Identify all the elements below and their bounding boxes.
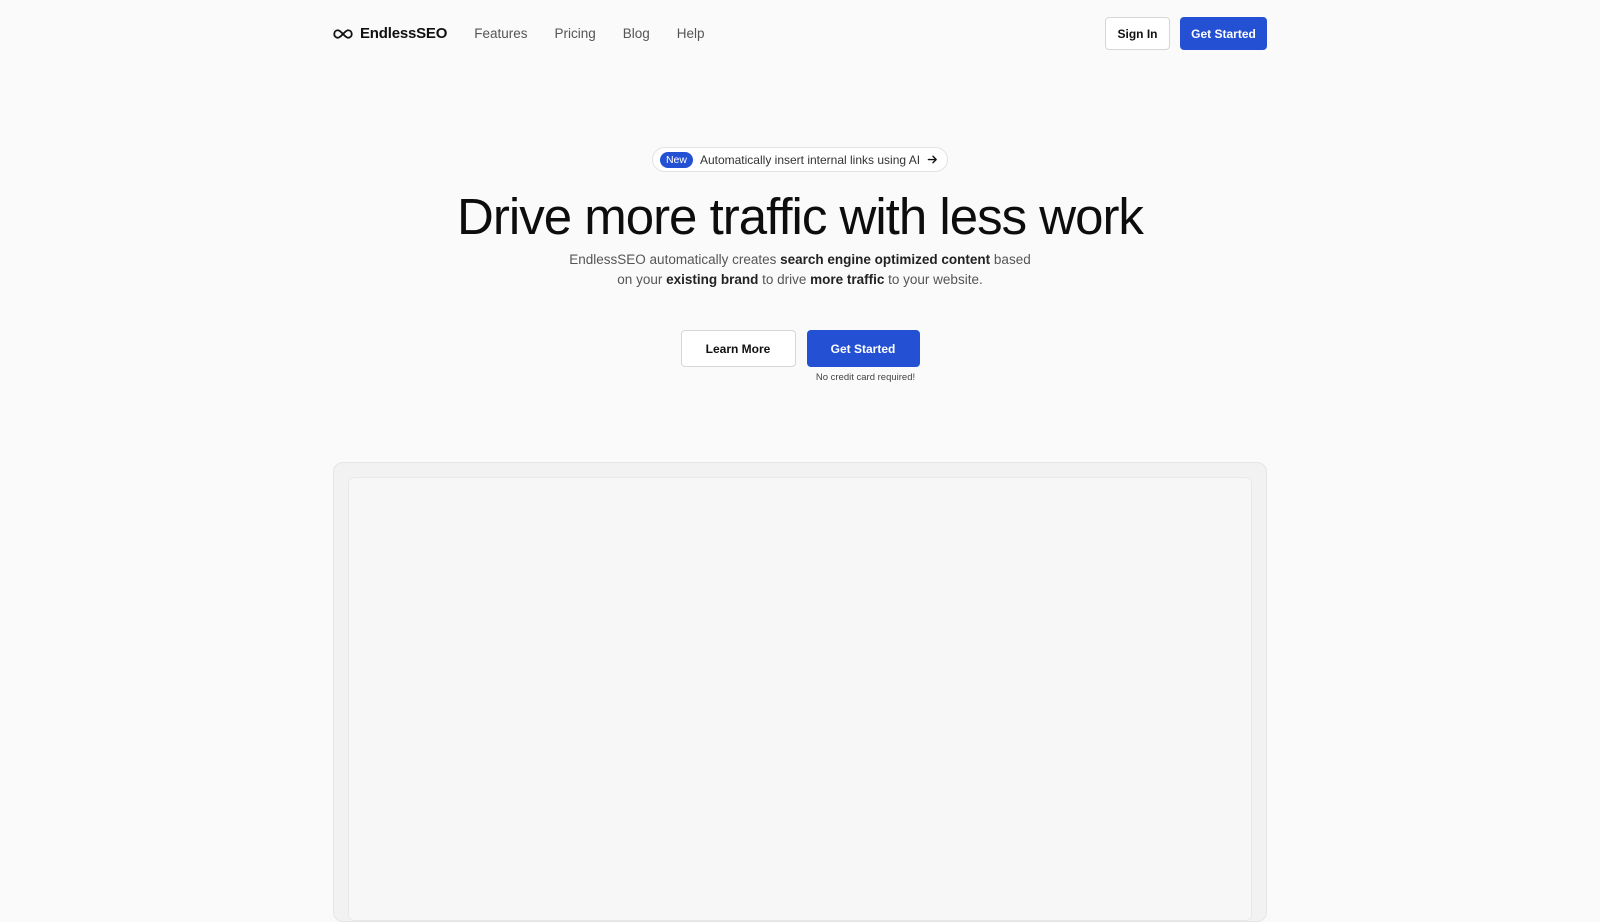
sub-bold-2: existing brand (666, 272, 759, 287)
product-preview (348, 477, 1252, 921)
new-badge: New (659, 151, 693, 168)
nav-left: EndlessSEO Features Pricing Blog Help (333, 25, 705, 42)
nav-link-pricing[interactable]: Pricing (554, 26, 595, 41)
nav-link-blog[interactable]: Blog (623, 26, 650, 41)
arrow-right-icon (927, 155, 937, 164)
brand-name: EndlessSEO (360, 25, 448, 42)
cta-note-wrap: No credit card required! (0, 367, 1600, 383)
sub-text-3: to drive (758, 272, 811, 287)
hero-headline: Drive more traffic with less work (457, 188, 1144, 245)
hero-subtitle: EndlessSEO automatically creates search … (565, 250, 1035, 290)
no-credit-card-note: No credit card required! (815, 372, 916, 383)
product-preview-frame (333, 462, 1267, 922)
sub-bold-3: more traffic (810, 272, 885, 287)
sub-bold-1: search engine optimized content (780, 252, 991, 267)
nav-link-features[interactable]: Features (474, 26, 527, 41)
nav-right: Sign In Get Started (1105, 17, 1267, 50)
get-started-button[interactable]: Get Started (806, 330, 920, 367)
announcement-text: Automatically insert internal links usin… (699, 152, 921, 167)
hero-section: New Automatically insert internal links … (0, 147, 1600, 383)
top-nav: EndlessSEO Features Pricing Blog Help Si… (333, 17, 1267, 50)
cta-row: Learn More Get Started (0, 330, 1600, 367)
infinity-icon (333, 28, 353, 39)
sign-in-button[interactable]: Sign In (1105, 17, 1170, 50)
nav-link-help[interactable]: Help (677, 26, 705, 41)
brand-logo-link[interactable]: EndlessSEO (333, 25, 447, 42)
nav-links: Features Pricing Blog Help (474, 26, 704, 41)
sub-text-4: to your website. (884, 272, 983, 287)
announcement-pill[interactable]: New Automatically insert internal links … (651, 147, 949, 172)
learn-more-button[interactable]: Learn More (680, 330, 796, 367)
nav-get-started-button[interactable]: Get Started (1180, 17, 1267, 50)
sub-text-1: EndlessSEO automatically creates (569, 252, 781, 267)
